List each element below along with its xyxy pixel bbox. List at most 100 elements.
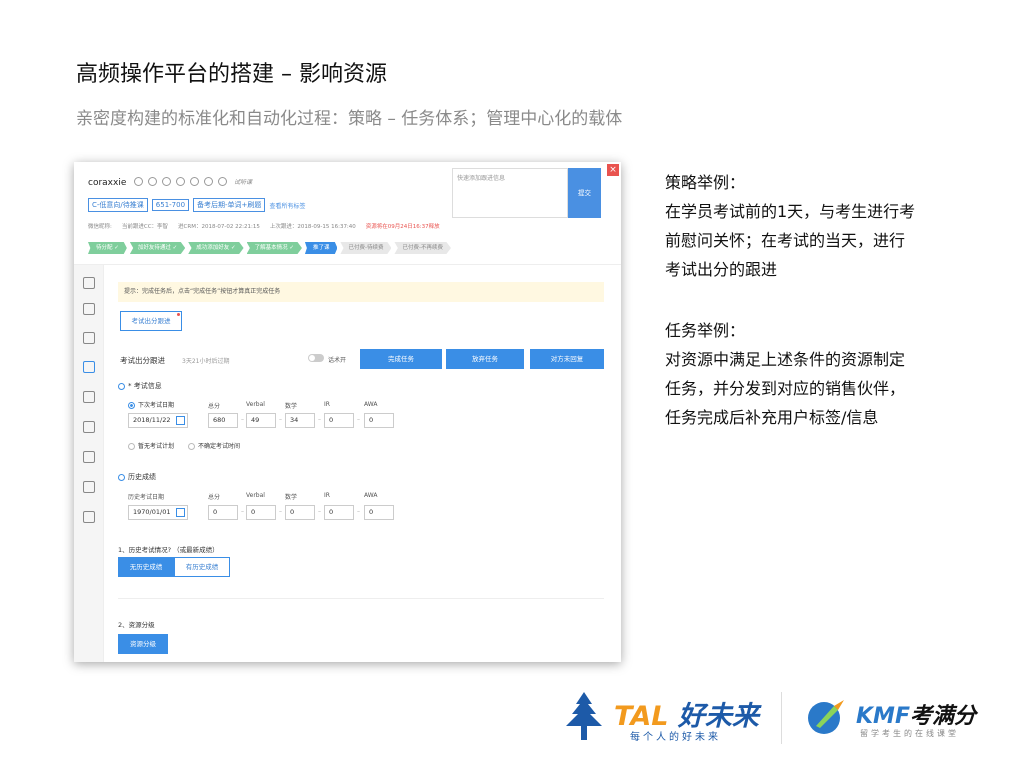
tip-banner: 提示：完成任务后，点击“完成任务”按钮才算真正完成任务 (118, 282, 604, 302)
radio-icon[interactable] (188, 443, 195, 450)
q1-label: 1、历史考试情况? （或最新成绩） (118, 546, 219, 554)
refresh-icon[interactable] (134, 177, 143, 186)
kmf-wordmark: KMF考满分 (856, 698, 976, 730)
exam-info-label: * 考试信息 (128, 382, 162, 390)
script-toggle[interactable] (308, 354, 324, 362)
abandon-task-button[interactable]: 放弃任务 (446, 349, 524, 369)
sidebar-doc-icon[interactable] (83, 481, 95, 493)
resource-grade-button[interactable]: 资源分级 (118, 634, 168, 654)
strategy-notes: 策略举例： 在学员考试前的1天，与考生进行考 前慰问关怀；在考试的当天，进行 考… (665, 168, 915, 284)
crm-sidebar (74, 265, 104, 662)
no-history-option[interactable]: 无历史成绩 (118, 557, 174, 577)
quick-follow-input[interactable]: 快速添加跟进信息 (452, 168, 568, 218)
delete-icon[interactable] (162, 177, 171, 186)
separator: – (357, 416, 360, 423)
next-exam-option[interactable]: 下次考试日期 (128, 400, 174, 409)
tal-tree-icon (566, 692, 602, 740)
exam-info-section: * 考试信息 (118, 381, 162, 391)
no-plan-option[interactable]: 暂无考试计划 (128, 441, 174, 450)
history-label: 历史成绩 (128, 473, 156, 481)
sidebar-profile-icon[interactable] (83, 277, 95, 289)
task-heading: 任务举例： (665, 321, 746, 340)
history-verbal-field[interactable]: 0 (246, 505, 276, 520)
task-line: 对资源中满足上述条件的资源制定 (665, 350, 906, 369)
user-icon[interactable] (218, 177, 227, 186)
sidebar-transfer-icon[interactable] (83, 332, 95, 344)
separator: – (318, 508, 321, 515)
q2-label: 2、资源分级 (118, 621, 155, 629)
radio-selected-icon[interactable] (128, 402, 135, 409)
history-math-field[interactable]: 0 (285, 505, 315, 520)
col-ir: IR (324, 492, 330, 499)
separator: – (241, 416, 244, 423)
math-score-field[interactable]: 34 (285, 413, 315, 428)
sidebar-ticket-icon[interactable] (83, 511, 95, 523)
separator: – (241, 508, 244, 515)
sidebar-chat-icon[interactable] (83, 451, 95, 463)
submit-button[interactable]: 提交 (568, 168, 601, 218)
col-awa: AWA (364, 492, 378, 499)
header-toolbar: 试听课 (134, 177, 252, 186)
kmf-slogan: 留学考生的在线课堂 (860, 729, 959, 738)
block-icon[interactable] (204, 177, 213, 186)
sidebar-message-icon[interactable] (83, 303, 95, 315)
col-verbal: Verbal (246, 492, 265, 499)
has-history-option[interactable]: 有历史成绩 (174, 557, 230, 577)
tab-exam-followup[interactable]: 考试出分跟进 (120, 311, 182, 331)
all-tags-link[interactable]: 查看所有标签 (269, 201, 305, 210)
task-line: 任务，并分发到对应的销售伙伴， (665, 379, 906, 398)
slide-title: 高频操作平台的搭建 – 影响资源 (76, 62, 387, 87)
separator: – (279, 416, 282, 423)
calendar-icon[interactable] (176, 416, 185, 425)
separator: – (357, 508, 360, 515)
sidebar-tag-icon[interactable] (83, 391, 95, 403)
radio-icon[interactable] (128, 443, 135, 450)
no-reply-button[interactable]: 对方未回复 (530, 349, 604, 369)
unsure-option[interactable]: 不确定考试时间 (188, 441, 240, 450)
col-math: 数学 (285, 403, 298, 410)
step-item: 加好友待通过 ✓ (129, 242, 186, 254)
tag-stage[interactable]: 备考后期-单词+刷题 (193, 198, 266, 212)
separator: – (318, 416, 321, 423)
trial-label: 试听课 (234, 179, 253, 186)
history-total-field[interactable]: 0 (208, 505, 238, 520)
calendar-icon[interactable] (176, 508, 185, 517)
section-radio-icon (118, 473, 125, 481)
logo-divider (781, 692, 782, 744)
strategy-heading: 策略举例： (665, 173, 746, 192)
kmf-main: KMF (856, 704, 910, 729)
task-time-left: 3天21小时后过期 (182, 358, 230, 365)
next-exam-label: 下次考试日期 (138, 402, 175, 409)
slide-subtitle: 亲密度构建的标准化和自动化过程：策略 – 任务体系；管理中心化的载体 (76, 109, 623, 129)
meta-row: 微信昵称: 当前跟进CC：李智 进CRM：2018-07-02 22:21:15… (88, 222, 440, 230)
history-section: 历史成绩 (118, 472, 156, 482)
verbal-score-field[interactable]: 49 (246, 413, 276, 428)
col-total: 总分 (208, 403, 221, 410)
toggle-label: 话术开 (328, 357, 347, 364)
sidebar-task-icon[interactable] (83, 361, 95, 373)
kmf-logo: KMF考满分 留学考生的在线课堂 (800, 690, 1000, 746)
ir-score-field[interactable]: 0 (324, 413, 354, 428)
history-ir-field[interactable]: 0 (324, 505, 354, 520)
col-awa: AWA (364, 401, 378, 408)
meta-enter-crm: 进CRM：2018-07-02 22:21:15 (178, 224, 260, 230)
awa-score-field[interactable]: 0 (364, 413, 394, 428)
step-item: 了解基本情况 ✓ (246, 242, 302, 254)
total-score-field[interactable]: 680 (208, 413, 238, 428)
history-awa-field[interactable]: 0 (364, 505, 394, 520)
edit-icon[interactable] (176, 177, 185, 186)
no-plan-label: 暂无考试计划 (138, 443, 175, 450)
complete-task-button[interactable]: 完成任务 (360, 349, 442, 369)
crm-main: 提示：完成任务后，点击“完成任务”按钮才算真正完成任务 考试出分跟进 考试出分跟… (104, 265, 621, 662)
step-item: 已付费-不再续费 (394, 242, 451, 254)
tag-intent[interactable]: C-低意向/待推课 (88, 198, 148, 212)
strategy-line: 在学员考试前的1天，与考生进行考 (665, 202, 916, 221)
sidebar-tool-icon[interactable] (83, 421, 95, 433)
customer-name: coraxxie (88, 178, 127, 188)
step-item-active: 推了课 (304, 242, 338, 254)
filter-icon[interactable] (190, 177, 199, 186)
tag-score[interactable]: 651-700 (151, 199, 190, 211)
step-item: 待分配 ✓ (88, 242, 127, 254)
tal-logo: TAL 好未来 每个人的好未来 (558, 690, 768, 746)
clock-icon[interactable] (148, 177, 157, 186)
